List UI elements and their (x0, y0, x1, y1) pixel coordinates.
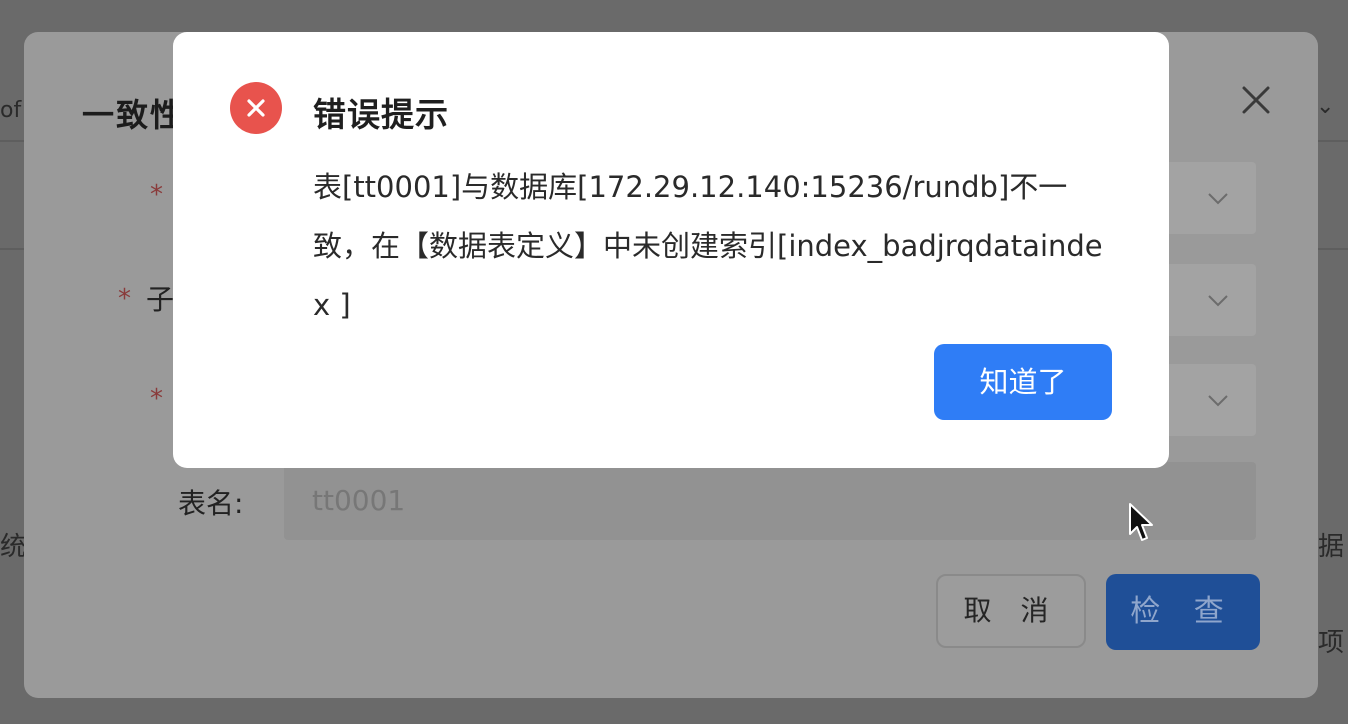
field-label: 子 (146, 283, 175, 316)
chevron-down-icon (1208, 395, 1228, 407)
chevron-down-icon (1208, 295, 1228, 307)
close-button[interactable] (1232, 76, 1280, 124)
error-message: 表[tt0001]与数据库[172.29.12.140:15236/rundb]… (313, 170, 1103, 322)
error-circle-icon (230, 82, 282, 134)
check-button[interactable]: 检 查 (1106, 574, 1260, 650)
required-star: * (150, 384, 163, 414)
error-title: 错误提示 (313, 95, 449, 134)
background-text-fragment: ⌄ (1316, 94, 1335, 119)
modal-title: 一致性 (82, 96, 185, 134)
close-icon (1242, 86, 1270, 114)
background-text-fragment: 据 (1318, 532, 1345, 562)
error-dialog: 错误提示 表[tt0001]与数据库[172.29.12.140:15236/r… (173, 32, 1169, 468)
table-name-input[interactable]: tt0001 (284, 462, 1256, 540)
cancel-button[interactable]: 取 消 (936, 574, 1086, 648)
field-select-2[interactable] (1164, 264, 1256, 336)
background-text-fragment: of (0, 98, 22, 123)
mouse-cursor-icon (1129, 503, 1153, 541)
required-star: * (150, 180, 163, 210)
chevron-down-icon (1208, 193, 1228, 205)
field-select-3[interactable] (1164, 364, 1256, 436)
required-star: * (118, 284, 131, 314)
background-text-fragment: 统 (0, 532, 27, 562)
field-select-1[interactable] (1164, 162, 1256, 234)
background-text-fragment: 项 (1318, 628, 1345, 658)
table-name-label: 表名: (178, 487, 244, 520)
ok-button[interactable]: 知道了 (934, 344, 1112, 420)
